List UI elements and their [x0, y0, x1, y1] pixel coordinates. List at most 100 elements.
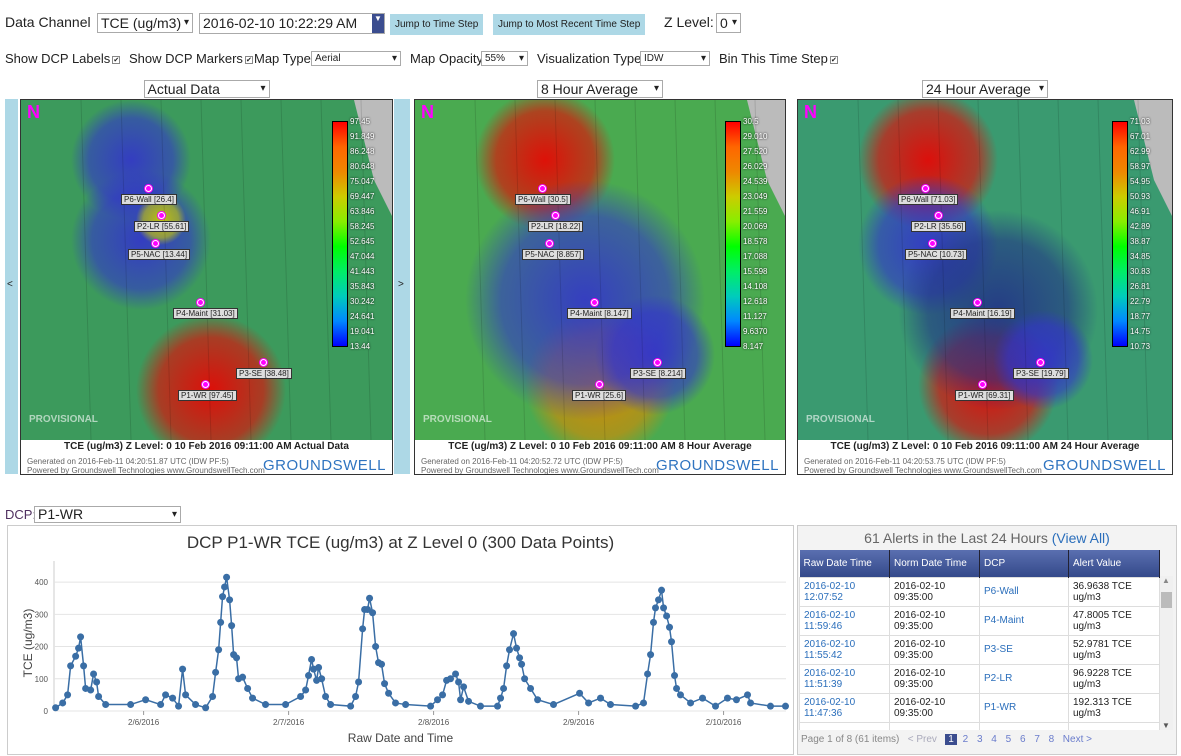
pager-page[interactable]: 6	[1017, 734, 1029, 745]
dcp-label[interactable]: P3-SE [8.214]	[630, 368, 686, 379]
table-row[interactable]: 2016-02-10 11:47:36 2016-02-10 09:35:00 …	[799, 692, 1160, 723]
dcp-label[interactable]: P6-Wall [71.03]	[898, 194, 959, 205]
show-markers-checkbox[interactable]: ✔	[244, 56, 253, 64]
dcp-marker[interactable]	[158, 212, 165, 219]
dcp-cell[interactable]: P1-WR	[979, 692, 1069, 723]
table-row[interactable]: 2016-02-10 11:59:46 2016-02-10 09:35:00 …	[799, 605, 1160, 636]
column-header[interactable]: Raw Date Time	[799, 550, 890, 577]
raw-date-cell[interactable]: 2016-02-10 12:07:52	[799, 576, 890, 607]
prev-nav-strip[interactable]: <	[5, 99, 18, 474]
dcp-label[interactable]: P2-LR [18.22]	[528, 221, 584, 232]
dcp-marker[interactable]	[596, 381, 603, 388]
dcp-label[interactable]: P1-WR [25.6]	[572, 390, 627, 401]
dcp-marker[interactable]	[202, 381, 209, 388]
dcp-label[interactable]: P6-Wall [26.4]	[121, 194, 177, 205]
pager-page[interactable]: 1	[945, 734, 957, 745]
show-labels-checkbox[interactable]: ✔	[112, 56, 121, 64]
pager-page[interactable]: 7	[1031, 734, 1043, 745]
contour-map[interactable]: N PROVISIONAL 71.03 67.01 62.99 58.97 54.95 5…	[797, 99, 1173, 475]
view-all-link[interactable]: (View All)	[1052, 530, 1110, 546]
dcp-cell[interactable]: P6-Wall	[979, 576, 1069, 607]
dcp-label[interactable]: P6-Wall [30.5]	[515, 194, 571, 205]
alerts-scrollbar[interactable]: ▲ ▼	[1160, 576, 1173, 730]
dcp-cell[interactable]	[979, 721, 1069, 730]
calendar-dropdown-icon[interactable]: ▼	[372, 14, 384, 33]
raw-date-cell[interactable]: 2016-02-10 11:55:42	[799, 634, 890, 665]
table-row[interactable]: 2016-02-10 2016-02-10 26.4044 TCE	[799, 721, 1160, 730]
contour-map[interactable]: N PROVISIONAL 97.45 91.849 86.248 80.648 75.…	[20, 99, 393, 475]
table-row[interactable]: 2016-02-10 11:51:39 2016-02-10 09:35:00 …	[799, 663, 1160, 694]
map-mode-select[interactable]: 24 Hour Average	[922, 80, 1048, 98]
dcp-marker[interactable]	[260, 359, 267, 366]
dcp-label[interactable]: P2-LR [35.56]	[911, 221, 967, 232]
map-type-select[interactable]: Aerial	[311, 51, 401, 66]
raw-date-cell[interactable]: 2016-02-10 11:47:36	[799, 692, 890, 723]
dcp-label[interactable]: P5-NAC [13.44]	[128, 249, 191, 260]
map-mode-select[interactable]: Actual Data	[143, 80, 270, 98]
dcp-marker[interactable]	[935, 212, 942, 219]
table-row[interactable]: 2016-02-10 12:07:52 2016-02-10 09:35:00 …	[799, 576, 1160, 607]
dcp-marker[interactable]	[922, 185, 929, 192]
raw-date-cell[interactable]: 2016-02-10 11:51:39	[799, 663, 890, 694]
dcp-marker[interactable]	[145, 185, 152, 192]
bin-time-step-checkbox[interactable]: ✔	[829, 56, 838, 64]
map-opacity-select[interactable]: 55%	[481, 51, 528, 66]
raw-date-cell[interactable]: 2016-02-10 11:59:46	[799, 605, 890, 636]
show-markers-option[interactable]: Show DCP Markers ✔	[129, 51, 253, 66]
next-arrow-icon[interactable]: >	[398, 279, 404, 290]
dcp-label[interactable]: P3-SE [19.79]	[1013, 368, 1069, 379]
datetime-input[interactable]: 2016-02-10 10:22:29 AM ▼	[199, 13, 385, 34]
dcp-marker[interactable]	[546, 240, 553, 247]
map-mode-select[interactable]: 8 Hour Average	[537, 80, 663, 98]
dcp-marker[interactable]	[539, 185, 546, 192]
prev-arrow-icon[interactable]: <	[7, 279, 13, 290]
column-header[interactable]: Alert Value	[1068, 550, 1160, 577]
pager-page[interactable]: 3	[974, 734, 986, 745]
dcp-marker[interactable]	[552, 212, 559, 219]
raw-date-cell[interactable]: 2016-02-10	[799, 721, 890, 730]
dcp-label[interactable]: P3-SE [38.48]	[236, 368, 292, 379]
visualization-type-select[interactable]: IDW	[640, 51, 710, 66]
dcp-cell[interactable]: P2-LR	[979, 663, 1069, 694]
dcp-label[interactable]: P1-WR [69.31]	[955, 390, 1014, 401]
pager-page[interactable]: 2	[960, 734, 972, 745]
dcp-label[interactable]: P4-Maint [16.19]	[950, 308, 1015, 319]
dcp-marker[interactable]	[197, 299, 204, 306]
scroll-thumb[interactable]	[1161, 592, 1172, 608]
dcp-marker[interactable]	[654, 359, 661, 366]
dcp-marker[interactable]	[591, 299, 598, 306]
table-row[interactable]: 2016-02-10 11:55:42 2016-02-10 09:35:00 …	[799, 634, 1160, 665]
pager-page[interactable]: 5	[1003, 734, 1015, 745]
dcp-cell[interactable]: P4-Maint	[979, 605, 1069, 636]
dcp-label[interactable]: P2-LR [55.61]	[134, 221, 190, 232]
pager-page[interactable]: 4	[988, 734, 1000, 745]
dcp-marker[interactable]	[152, 240, 159, 247]
data-channel-label: Data Channel	[5, 14, 91, 30]
scroll-up-icon[interactable]: ▲	[1162, 576, 1170, 585]
dcp-marker[interactable]	[929, 240, 936, 247]
dcp-select[interactable]: P1-WR	[34, 506, 181, 523]
contour-map[interactable]: N PROVISIONAL 30.5 29.010 27.520 26.029 24.5…	[414, 99, 786, 475]
pager-page[interactable]: 8	[1046, 734, 1058, 745]
data-channel-select[interactable]: TCE (ug/m3)	[97, 13, 193, 33]
dcp-label[interactable]: P5-NAC [8.857]	[522, 249, 585, 260]
show-labels-option[interactable]: Show DCP Labels ✔	[5, 51, 121, 66]
jump-to-time-step-button[interactable]: Jump to Time Step	[390, 14, 484, 35]
dcp-marker[interactable]	[974, 299, 981, 306]
pager-prev[interactable]: < Prev	[908, 734, 937, 745]
z-level-select[interactable]: 0	[716, 13, 741, 33]
dcp-label[interactable]: P4-Maint [31.03]	[173, 308, 238, 319]
dcp-label[interactable]: P1-WR [97.45]	[178, 390, 237, 401]
dcp-marker[interactable]	[979, 381, 986, 388]
bin-time-step-option[interactable]: Bin This Time Step ✔	[719, 51, 838, 66]
next-nav-strip[interactable]: >	[394, 99, 410, 474]
pager-next[interactable]: Next >	[1063, 734, 1092, 745]
jump-to-recent-button[interactable]: Jump to Most Recent Time Step	[493, 14, 646, 35]
dcp-label[interactable]: P5-NAC [10.73]	[905, 249, 968, 260]
column-header[interactable]: DCP	[979, 550, 1069, 577]
scroll-down-icon[interactable]: ▼	[1162, 721, 1170, 730]
dcp-marker[interactable]	[1037, 359, 1044, 366]
dcp-label[interactable]: P4-Maint [8.147]	[567, 308, 632, 319]
column-header[interactable]: Norm Date Time	[889, 550, 980, 577]
dcp-cell[interactable]: P3-SE	[979, 634, 1069, 665]
